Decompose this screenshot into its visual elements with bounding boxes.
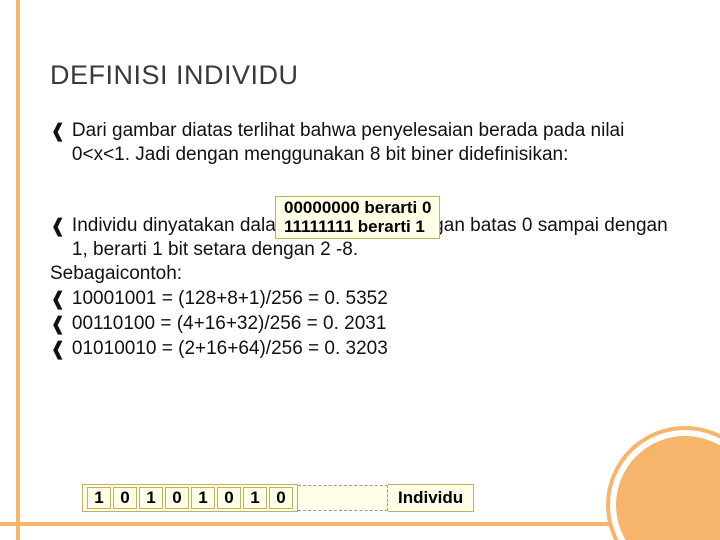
- slide-title: DEFINISI INDIVIDU: [50, 60, 680, 91]
- bullet-glyph-icon: ❰: [50, 214, 66, 263]
- bit-cell: 0: [113, 487, 137, 509]
- bullet-item: ❰ 10001001 = (128+8+1)/256 = 0. 5352: [50, 287, 680, 312]
- bullet-glyph-icon: ❰: [50, 287, 66, 312]
- bullet-item: ❰ 00110100 = (4+16+32)/256 = 0. 2031: [50, 312, 680, 337]
- bit-cell: 0: [217, 487, 241, 509]
- bit-cell: 0: [269, 487, 293, 509]
- individu-bitstring: 1 0 1 0 1 0 1 0 Individu: [82, 484, 474, 512]
- definition-line-1: 00000000 berarti 0: [284, 199, 431, 218]
- bit-cell: 1: [87, 487, 111, 509]
- bullet-text: 01010010 = (2+16+64)/256 = 0. 3203: [72, 337, 680, 362]
- bits-label: Individu: [388, 484, 474, 512]
- bullet-item: ❰ 01010010 = (2+16+64)/256 = 0. 3203: [50, 337, 680, 362]
- bullet-glyph-icon: ❰: [50, 312, 66, 337]
- definition-line-2: 11111111 berarti 1: [284, 218, 431, 237]
- bit-cell: 1: [139, 487, 163, 509]
- bullet-text: 00110100 = (4+16+32)/256 = 0. 2031: [72, 312, 680, 337]
- definition-box: 00000000 berarti 0 11111111 berarti 1: [275, 196, 440, 239]
- bits-gap: [298, 485, 388, 511]
- bit-cell: 1: [191, 487, 215, 509]
- body-text: ❰ Dari gambar diatas terlihat bahwa peny…: [50, 119, 680, 363]
- bullet-text: 10001001 = (128+8+1)/256 = 0. 5352: [72, 287, 680, 312]
- bullet-text: Dari gambar diatas terlihat bahwa penyel…: [72, 119, 680, 168]
- bullet-glyph-icon: ❰: [50, 119, 66, 168]
- accent-corner-circle: [610, 430, 720, 540]
- bits-outer: 1 0 1 0 1 0 1 0: [82, 484, 298, 512]
- accent-rail-left: [16, 0, 20, 540]
- bullet-glyph-icon: ❰: [50, 337, 66, 362]
- bit-cell: 0: [165, 487, 189, 509]
- bullet-item: ❰ Dari gambar diatas terlihat bahwa peny…: [50, 119, 680, 168]
- slide: DEFINISI INDIVIDU ❰ Dari gambar diatas t…: [0, 0, 720, 540]
- plain-line: Sebagaicontoh:: [50, 262, 680, 286]
- bit-cell: 1: [243, 487, 267, 509]
